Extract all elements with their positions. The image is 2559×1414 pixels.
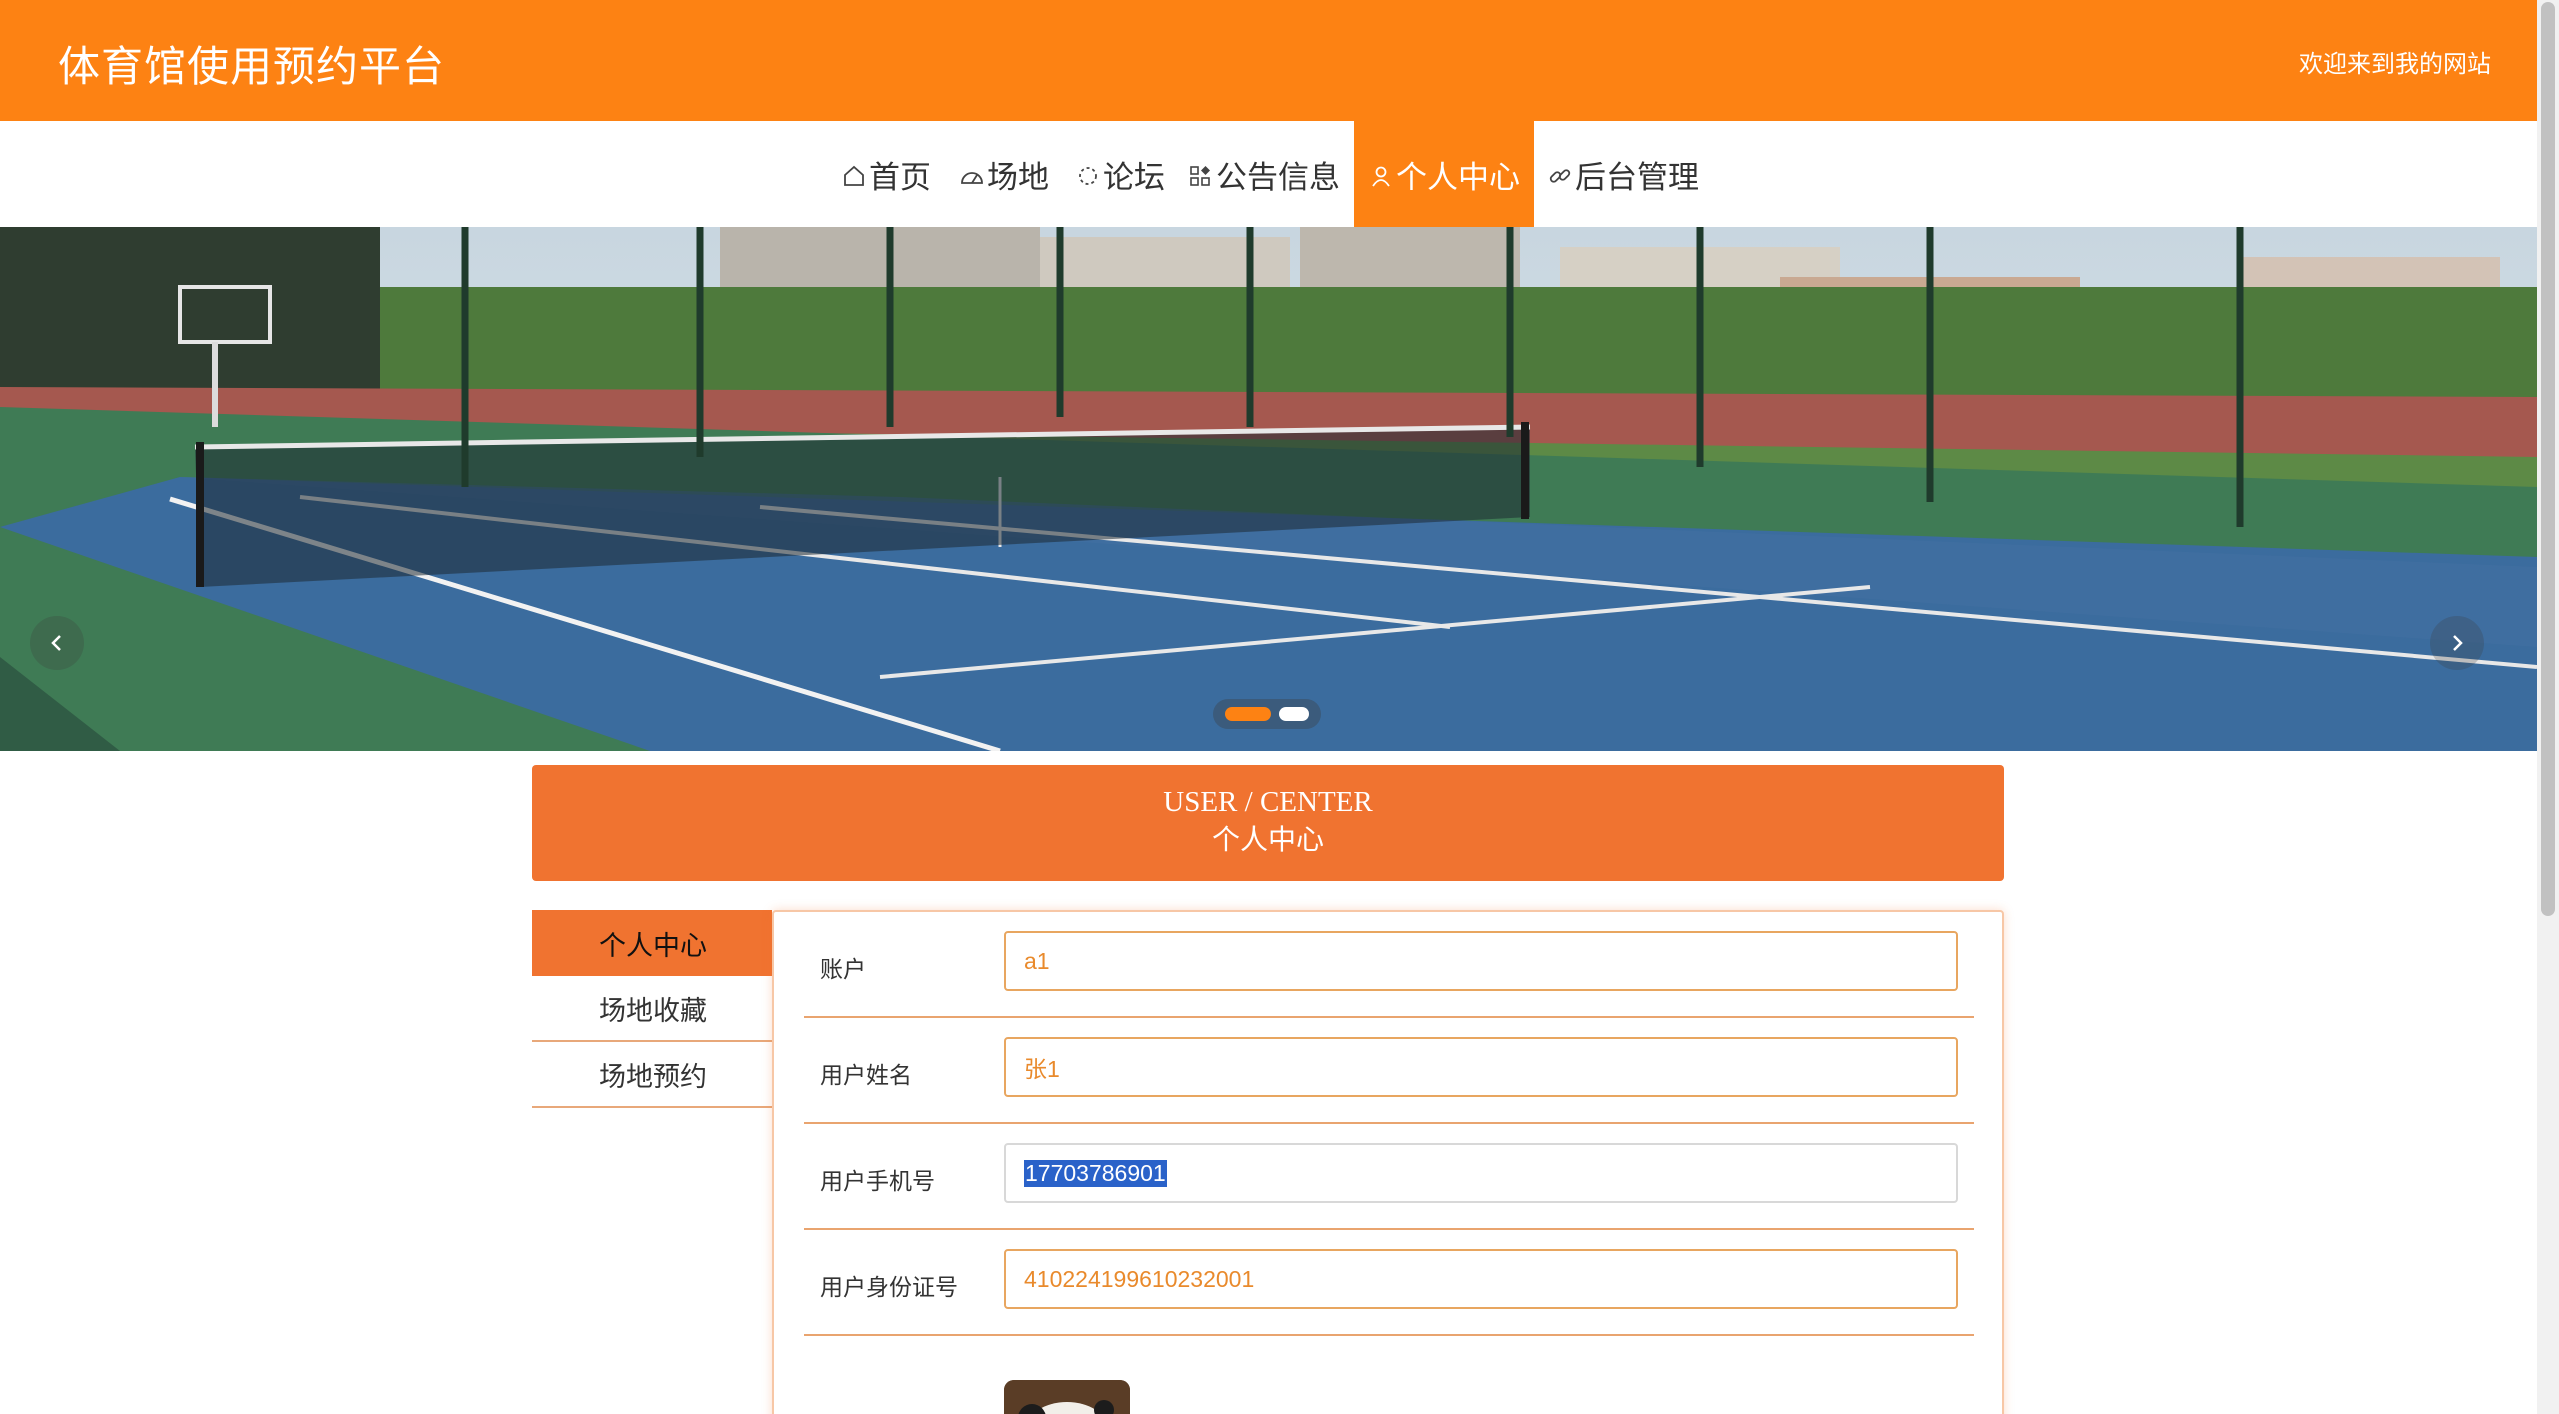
section-header: USER / CENTER 个人中心 — [532, 765, 2004, 881]
nav-item-forum[interactable]: 论坛 — [1075, 121, 1165, 227]
side-item-venue-favorites[interactable]: 场地收藏 — [532, 976, 772, 1042]
nav-item-venue[interactable]: 场地 — [959, 121, 1049, 227]
carousel-indicators — [1213, 699, 1321, 729]
form-row-account: 账户 a1 — [804, 912, 1974, 1018]
nav-label-venue: 场地 — [987, 159, 1049, 196]
nav-label-forum: 论坛 — [1103, 159, 1165, 196]
nav-label-notice: 公告信息 — [1216, 159, 1340, 196]
carousel-dot-2[interactable] — [1279, 707, 1309, 721]
site-header: 体育馆使用预约平台 欢迎来到我的网站 — [0, 0, 2537, 121]
page-scrollbar[interactable] — [2537, 0, 2559, 1414]
side-menu: 个人中心 场地收藏 场地预约 — [532, 910, 772, 1108]
account-input[interactable]: a1 — [1004, 931, 1958, 991]
account-label: 账户 — [820, 957, 866, 983]
name-input[interactable]: 张1 — [1004, 1037, 1958, 1097]
scrollbar-thumb[interactable] — [2541, 2, 2555, 916]
nav-label-admin: 后台管理 — [1575, 159, 1699, 196]
avatar-image[interactable] — [1004, 1380, 1130, 1414]
page: 体育馆使用预约平台 欢迎来到我的网站 首页 场地 论坛 公告信息 个人中心 后台… — [0, 0, 2559, 1414]
banner-image-tennis-court — [0, 227, 2537, 751]
section-title-en: USER / CENTER — [1163, 786, 1373, 818]
welcome-text: 欢迎来到我的网站 — [2299, 50, 2491, 78]
nav-item-user-center[interactable]: 个人中心 — [1354, 121, 1534, 227]
nav-item-admin[interactable]: 后台管理 — [1547, 121, 1699, 227]
name-label: 用户姓名 — [820, 1063, 912, 1089]
dashboard-icon — [959, 161, 985, 187]
id-number-input[interactable]: 410224199610232001 — [1004, 1249, 1958, 1309]
profile-form: 账户 a1 用户姓名 张1 用户手机号 17703786901 用户身份证号 4… — [772, 910, 2004, 1414]
carousel-next-button[interactable] — [2430, 616, 2484, 670]
phone-input[interactable]: 17703786901 — [1004, 1143, 1958, 1203]
phone-label: 用户手机号 — [820, 1169, 935, 1195]
site-title: 体育馆使用预约平台 — [58, 42, 446, 91]
loading-icon — [1075, 161, 1101, 187]
nav-item-notice[interactable]: 公告信息 — [1188, 121, 1340, 227]
banner-carousel — [0, 227, 2537, 751]
link-icon — [1547, 161, 1573, 187]
form-row-id-number: 用户身份证号 410224199610232001 — [804, 1230, 1974, 1336]
carousel-prev-button[interactable] — [30, 616, 84, 670]
nav-label-user-center: 个人中心 — [1396, 159, 1520, 196]
phone-value-selected: 17703786901 — [1024, 1159, 1167, 1187]
form-row-name: 用户姓名 张1 — [804, 1018, 1974, 1124]
apps-icon — [1188, 161, 1214, 187]
id-number-label: 用户身份证号 — [820, 1275, 958, 1301]
section-title-cn: 个人中心 — [1211, 823, 1324, 856]
chevron-left-icon — [46, 632, 68, 654]
home-icon — [841, 161, 867, 187]
main-nav: 首页 场地 论坛 公告信息 个人中心 后台管理 — [0, 121, 2537, 227]
user-icon — [1368, 161, 1394, 187]
side-item-venue-booking[interactable]: 场地预约 — [532, 1042, 772, 1108]
form-row-phone: 用户手机号 17703786901 — [804, 1124, 1974, 1230]
nav-item-home[interactable]: 首页 — [841, 121, 931, 227]
carousel-dot-1[interactable] — [1225, 707, 1271, 721]
side-item-user-center[interactable]: 个人中心 — [532, 910, 772, 976]
chevron-right-icon — [2446, 632, 2468, 654]
nav-label-home: 首页 — [869, 159, 931, 196]
